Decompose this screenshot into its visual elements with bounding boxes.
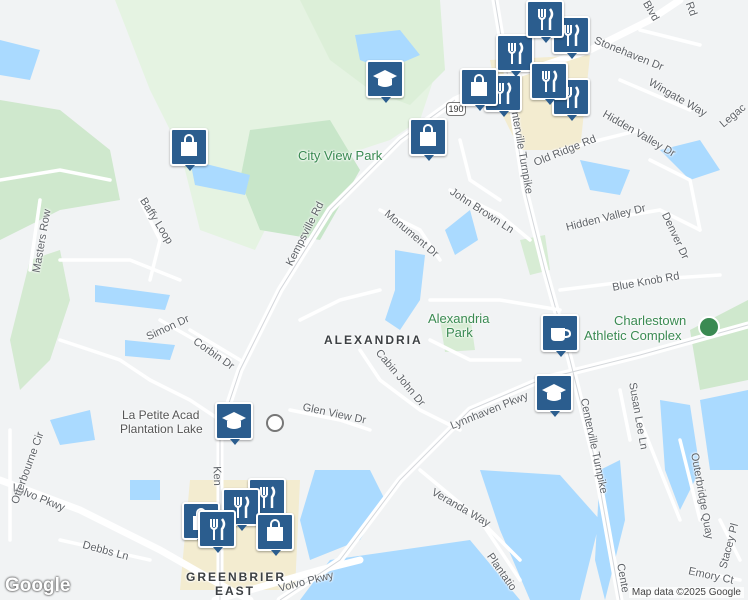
park-alexandria-line2: Park [446, 325, 473, 340]
school-marker[interactable] [535, 374, 573, 417]
park-charlestown-line1: Charlestown [614, 313, 687, 328]
area-east: EAST [215, 584, 256, 598]
restaurant-marker[interactable] [496, 34, 534, 77]
bag-icon [267, 519, 283, 541]
shopping-marker[interactable] [256, 513, 294, 556]
poi-la-petite-line1: La Petite Acad [122, 408, 200, 422]
restaurant-marker[interactable] [526, 0, 564, 43]
park-marker-dot[interactable] [698, 316, 720, 338]
area-alexandria: ALEXANDRIA [324, 333, 423, 347]
school-marker[interactable] [366, 60, 404, 103]
fork-knife-icon [508, 42, 524, 64]
park-alexandria-line1: Alexandria [428, 311, 490, 326]
restaurant-marker[interactable] [530, 62, 568, 105]
street-kempsville-south: Ken [210, 466, 224, 486]
restaurant-marker[interactable] [198, 510, 236, 553]
poi-marker-dot[interactable] [266, 414, 284, 432]
cafe-marker[interactable] [541, 314, 579, 357]
shopping-marker[interactable] [409, 118, 447, 161]
coffee-icon [551, 328, 572, 341]
park-city-view: City View Park [298, 148, 383, 163]
google-logo: Google [5, 575, 71, 596]
graduation-cap-icon [222, 412, 246, 429]
fork-knife-icon [538, 8, 554, 30]
shopping-marker[interactable] [170, 128, 208, 171]
fork-knife-icon [542, 70, 558, 92]
area-greenbrier: GREENBRIER [186, 570, 287, 584]
poi-la-petite-line2: Plantation Lake [120, 422, 203, 436]
bag-icon [420, 124, 436, 146]
school-marker[interactable] [215, 402, 253, 445]
park-charlestown-line2: Athletic Complex [584, 328, 682, 343]
bag-icon [181, 134, 197, 156]
map-attribution[interactable]: Map data ©2025 Google [628, 587, 744, 598]
graduation-cap-icon [373, 70, 397, 87]
bag-icon [471, 74, 487, 96]
fork-knife-icon [210, 518, 226, 540]
shopping-marker[interactable] [460, 68, 498, 111]
graduation-cap-icon [542, 384, 566, 401]
map-view[interactable]: Kempsville Rd Centerville Turnpike Cente… [0, 0, 748, 600]
